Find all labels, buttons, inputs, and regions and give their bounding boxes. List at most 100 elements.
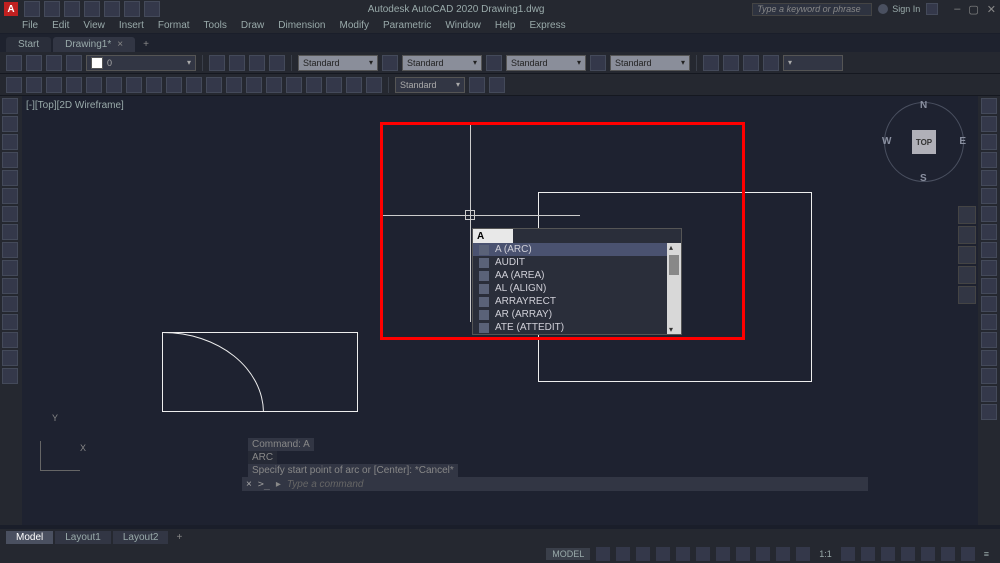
layer-previous-icon[interactable] (249, 55, 265, 71)
menu-file[interactable]: File (22, 20, 38, 31)
chamfer-icon[interactable] (981, 260, 997, 276)
break-icon[interactable] (981, 368, 997, 384)
lineweight-dropdown[interactable] (783, 55, 843, 71)
match-layer-icon[interactable] (229, 55, 245, 71)
dim-tool-icon[interactable] (382, 55, 398, 71)
tab-drawing1[interactable]: Drawing1* × (53, 37, 135, 52)
fillet-icon[interactable] (981, 242, 997, 258)
tab-new-icon[interactable]: + (137, 37, 155, 52)
menu-format[interactable]: Format (158, 20, 190, 31)
help-search-input[interactable]: Type a keyword or phrase (752, 3, 872, 16)
extend-icon[interactable] (981, 224, 997, 240)
layer-properties-icon[interactable] (6, 55, 22, 71)
hwaccel-icon[interactable] (941, 547, 955, 561)
drawing-area[interactable]: [-][Top][2D Wireframe] TOP N S E W A A (… (22, 96, 978, 525)
autoscale-icon[interactable] (796, 547, 810, 561)
anno-monitor-icon[interactable] (861, 547, 875, 561)
rectangle-icon[interactable] (2, 170, 18, 186)
tool-a-icon[interactable] (6, 77, 22, 93)
tool-l-icon[interactable] (226, 77, 242, 93)
cleanscreen-icon[interactable] (961, 547, 975, 561)
close-button[interactable]: ✕ (987, 3, 996, 16)
menu-help[interactable]: Help (495, 20, 516, 31)
nav-showmotion-icon[interactable] (958, 286, 976, 304)
tool-j-icon[interactable] (186, 77, 202, 93)
ac-item-align[interactable]: AL (ALIGN) (473, 282, 667, 295)
scale-icon[interactable] (981, 170, 997, 186)
modify-extra2-icon[interactable] (981, 404, 997, 420)
qat-undo-icon[interactable] (124, 1, 140, 17)
ac-item-arc[interactable]: A (ARC) (473, 243, 667, 256)
drawing-arc[interactable] (162, 332, 282, 412)
prop-tool1-icon[interactable] (703, 55, 719, 71)
ac-item-arrayrect[interactable]: ARRAYRECT (473, 295, 667, 308)
ac-item-audit[interactable]: AUDIT (473, 256, 667, 269)
menu-insert[interactable]: Insert (119, 20, 144, 31)
tab-model[interactable]: Model (6, 531, 53, 544)
move-icon[interactable] (981, 98, 997, 114)
arc-icon[interactable] (2, 152, 18, 168)
ac-scrollbar[interactable] (667, 243, 681, 334)
cycling-toggle-icon[interactable] (756, 547, 770, 561)
viewcube-west[interactable]: W (882, 136, 891, 147)
tool-m-icon[interactable] (246, 77, 262, 93)
array-icon[interactable] (981, 296, 997, 312)
ac-item-area[interactable]: AA (AREA) (473, 269, 667, 282)
hatch-icon[interactable] (2, 206, 18, 222)
workspace-icon[interactable] (841, 547, 855, 561)
explode-icon[interactable] (981, 332, 997, 348)
quickprops-icon[interactable] (901, 547, 915, 561)
insert-icon[interactable] (2, 350, 18, 366)
text-icon[interactable] (2, 278, 18, 294)
viewport-label[interactable]: [-][Top][2D Wireframe] (26, 100, 124, 111)
layer-dropdown[interactable]: 0 (86, 55, 196, 71)
table-tool-icon[interactable] (590, 55, 606, 71)
lwt-toggle-icon[interactable] (716, 547, 730, 561)
menu-edit[interactable]: Edit (52, 20, 69, 31)
tool-h-icon[interactable] (146, 77, 162, 93)
copy-icon[interactable] (981, 116, 997, 132)
mleaderstyle-dropdown[interactable]: Standard (610, 55, 690, 71)
infocenter-icon[interactable] (926, 3, 938, 15)
tab-start[interactable]: Start (6, 37, 51, 52)
erase-icon[interactable] (981, 314, 997, 330)
region-icon[interactable] (2, 260, 18, 276)
trim-icon[interactable] (981, 206, 997, 222)
customize-icon[interactable]: ≡ (981, 549, 992, 559)
tool-d-icon[interactable] (66, 77, 82, 93)
status-model[interactable]: MODEL (546, 548, 590, 560)
dynamic-input[interactable]: A (473, 229, 513, 243)
transparency-toggle-icon[interactable] (736, 547, 750, 561)
layer-iso-icon[interactable] (46, 55, 62, 71)
circle-icon[interactable] (2, 134, 18, 150)
menu-tools[interactable]: Tools (204, 20, 227, 31)
tool-k-icon[interactable] (206, 77, 222, 93)
tool-i-icon[interactable] (166, 77, 182, 93)
units-icon[interactable] (881, 547, 895, 561)
viewcube-east[interactable]: E (959, 136, 966, 147)
layer-freeze-icon[interactable] (66, 55, 82, 71)
tool-s-icon[interactable] (366, 77, 382, 93)
point-icon[interactable] (2, 242, 18, 258)
snap-toggle-icon[interactable] (616, 547, 630, 561)
draw-extra-icon[interactable] (2, 368, 18, 384)
tool-c-icon[interactable] (46, 77, 62, 93)
mtext-icon[interactable] (2, 296, 18, 312)
tool-u-icon[interactable] (489, 77, 505, 93)
viewcube-south[interactable]: S (920, 173, 927, 184)
prop-tool4-icon[interactable] (763, 55, 779, 71)
tool-g-icon[interactable] (126, 77, 142, 93)
table-icon[interactable] (2, 314, 18, 330)
block-icon[interactable] (2, 332, 18, 348)
modify-extra1-icon[interactable] (981, 386, 997, 402)
tab-close-icon[interactable]: × (117, 39, 123, 50)
menu-window[interactable]: Window (445, 20, 481, 31)
signin-area[interactable]: Sign In (878, 4, 920, 14)
command-line[interactable]: × >_ ▸ Type a command (242, 477, 868, 491)
secondary-style-dropdown[interactable]: Standard (395, 77, 465, 93)
tab-add-layout-icon[interactable]: + (170, 531, 188, 544)
mirror-icon[interactable] (981, 152, 997, 168)
tool-n-icon[interactable] (266, 77, 282, 93)
text-tool-icon[interactable] (486, 55, 502, 71)
stretch-icon[interactable] (981, 188, 997, 204)
